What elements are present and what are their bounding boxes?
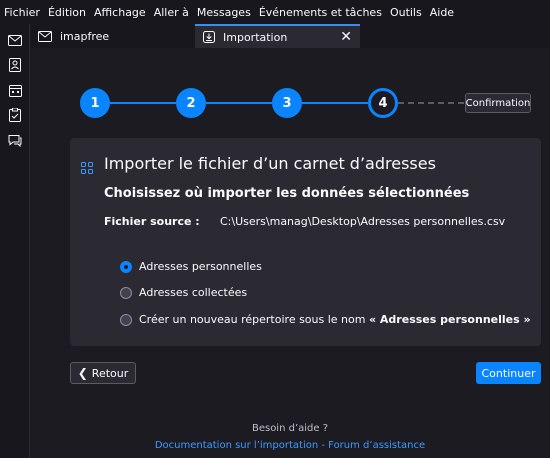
chevron-left-icon: ❮ bbox=[77, 366, 88, 380]
menu-fichier[interactable]: Fichier bbox=[4, 6, 40, 19]
import-icon bbox=[203, 31, 215, 43]
page-title: Importer le fichier d’un carnet d’adress… bbox=[104, 154, 436, 173]
option-label-bold: « Adresses personnelles » bbox=[368, 313, 531, 326]
step-connector-pending bbox=[398, 102, 464, 104]
link-separator: - bbox=[318, 440, 329, 451]
address-book-icon[interactable] bbox=[6, 56, 24, 74]
option-adresses-personnelles[interactable]: Adresses personnelles bbox=[120, 260, 262, 273]
tab-bar: imapfree Importation ✕ bbox=[30, 24, 550, 48]
option-label: Adresses collectées bbox=[139, 286, 248, 299]
page-subtitle: Choisissez où importer les données sélec… bbox=[104, 186, 470, 201]
menu-affichage[interactable]: Affichage bbox=[94, 6, 146, 19]
forum-link[interactable]: Forum d’assistance bbox=[328, 440, 425, 451]
radio-selected[interactable] bbox=[120, 260, 132, 273]
help-links: Documentation sur l’importation - Forum … bbox=[30, 440, 550, 451]
tasks-icon[interactable] bbox=[6, 106, 24, 124]
radio-unselected[interactable] bbox=[120, 313, 132, 326]
app-window: Fichier Édition Affichage Aller à Messag… bbox=[0, 0, 550, 458]
chat-icon[interactable] bbox=[6, 131, 24, 149]
tab-importation[interactable]: Importation ✕ bbox=[195, 24, 360, 48]
tab-label: Importation bbox=[223, 30, 288, 44]
option-adresses-collectees[interactable]: Adresses collectées bbox=[120, 286, 247, 299]
step-2: 2 bbox=[176, 88, 206, 118]
source-file-path: C:\Users\manag\Desktop\Adresses personne… bbox=[220, 215, 506, 228]
mail-icon[interactable] bbox=[6, 31, 24, 49]
menu-aide[interactable]: Aide bbox=[430, 6, 454, 19]
step-confirmation-label: Confirmation bbox=[465, 93, 531, 113]
step-connector bbox=[206, 102, 272, 104]
back-label: Retour bbox=[91, 366, 129, 380]
option-label: Adresses personnelles bbox=[139, 260, 262, 273]
menu-outils[interactable]: Outils bbox=[390, 6, 422, 19]
continue-button[interactable]: Continuer bbox=[476, 362, 541, 384]
step-3: 3 bbox=[272, 88, 302, 118]
help-text: Besoin d’aide ? bbox=[251, 423, 329, 434]
option-label: Créer un nouveau répertoire sous le nom bbox=[139, 313, 369, 326]
close-icon[interactable]: ✕ bbox=[340, 29, 352, 45]
tab-label: imapfree bbox=[60, 29, 110, 43]
spaces-toolbar bbox=[0, 24, 30, 458]
mail-folder-icon bbox=[38, 30, 52, 42]
docs-link[interactable]: Documentation sur l’importation bbox=[155, 440, 318, 451]
import-card: Importer le fichier d’un carnet d’adress… bbox=[70, 138, 541, 346]
menu-messages[interactable]: Messages bbox=[197, 6, 251, 19]
source-file-label: Fichier source : bbox=[104, 215, 200, 228]
menu-edition[interactable]: Édition bbox=[48, 6, 86, 19]
tab-imapfree[interactable]: imapfree bbox=[36, 24, 196, 48]
grid-icon bbox=[81, 162, 93, 177]
option-nouveau-repertoire[interactable]: Créer un nouveau répertoire sous le nom … bbox=[120, 313, 531, 326]
back-button[interactable]: ❮ Retour bbox=[70, 362, 136, 384]
radio-unselected[interactable] bbox=[120, 286, 132, 299]
step-connector bbox=[110, 102, 176, 104]
step-4-current: 4 bbox=[368, 88, 398, 118]
calendar-icon[interactable] bbox=[6, 81, 24, 99]
step-1: 1 bbox=[80, 88, 110, 118]
menu-evenements[interactable]: Événements et tâches bbox=[259, 6, 382, 19]
menu-aller-a[interactable]: Aller à bbox=[154, 6, 189, 19]
step-connector bbox=[302, 102, 368, 104]
menu-bar: Fichier Édition Affichage Aller à Messag… bbox=[0, 0, 550, 24]
import-page: 1 2 3 4 Confirmation Importer le fichier… bbox=[30, 48, 550, 458]
